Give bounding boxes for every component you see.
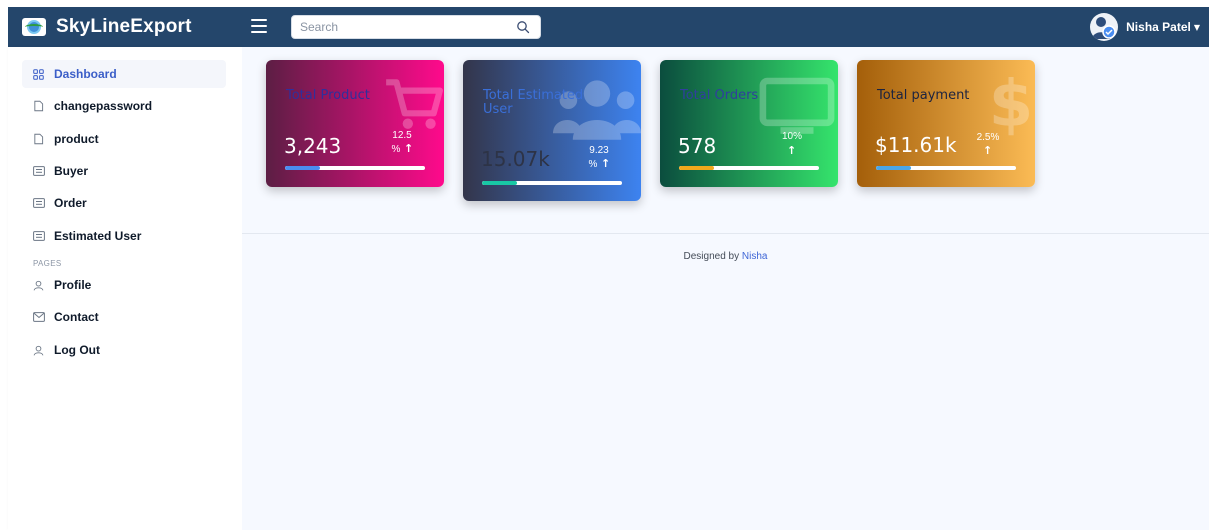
logout-icon	[32, 344, 45, 357]
progress-bar	[482, 181, 622, 185]
arrow-up-icon: ↑	[601, 157, 611, 170]
card-change: 2.5%	[976, 132, 1000, 143]
progress-bar	[285, 166, 425, 170]
sidebar: Dashboard changepassword product Buyer O…	[8, 47, 242, 530]
search-input[interactable]	[300, 19, 510, 35]
sidebar-item-label: changepassword	[54, 99, 153, 113]
content-divider	[242, 233, 1209, 234]
card-value: 578	[678, 134, 717, 158]
stat-card-total-product[interactable]: Total Product 3,243 12.5 % ↑	[266, 60, 444, 187]
cart-icon	[386, 79, 443, 129]
grid-icon	[32, 68, 45, 81]
sidebar-item-label: Dashboard	[54, 67, 117, 81]
card-title: Total Orders	[680, 88, 759, 103]
sidebar-item-label: Contact	[54, 310, 99, 324]
arrow-up-icon: ↑	[404, 142, 414, 155]
sidebar-item-estimated-user[interactable]: Estimated User	[22, 222, 226, 250]
sidebar-item-dashboard[interactable]: Dashboard	[22, 60, 226, 88]
user-icon	[32, 279, 45, 292]
card-change: 12.5	[392, 130, 412, 141]
card-change: 10%	[781, 131, 802, 142]
app-frame: SkyLineExport Nisha Patel ▼	[0, 0, 1209, 530]
card-value: $11.61k	[875, 133, 957, 157]
search-box	[291, 15, 541, 39]
globe-logo-icon	[22, 18, 46, 36]
progress-fill	[679, 166, 714, 170]
main-content: Total Product 3,243 12.5 % ↑ Total Estim…	[242, 47, 1209, 530]
card-change: 9.23	[589, 145, 609, 156]
progress-bar	[876, 166, 1016, 170]
sidebar-item-label: product	[54, 132, 99, 146]
card-title: Total Estimated User	[483, 88, 584, 117]
stat-card-total-estimated-user[interactable]: Total Estimated User 15.07k 9.23 % ↑	[463, 60, 641, 201]
list-icon	[32, 230, 45, 243]
card-value: 15.07k	[481, 147, 550, 171]
footer: Designed by Nisha	[242, 251, 1209, 262]
menu-toggle-icon[interactable]	[251, 19, 267, 33]
svg-text:$: $	[991, 68, 1031, 138]
file-icon	[32, 133, 45, 146]
monitor-icon	[759, 77, 835, 134]
brand[interactable]: SkyLineExport	[22, 7, 192, 47]
footer-author-link[interactable]: Nisha	[742, 251, 768, 262]
sidebar-item-logout[interactable]: Log Out	[22, 336, 226, 364]
sidebar-item-profile[interactable]: Profile	[22, 271, 226, 299]
card-title: Total payment	[877, 88, 970, 103]
arrow-up-icon: ↑	[983, 144, 993, 157]
sidebar-item-label: Profile	[54, 278, 92, 292]
arrow-up-icon: ↑	[787, 144, 797, 157]
mail-icon	[32, 311, 45, 324]
progress-fill	[876, 166, 911, 170]
progress-fill	[285, 166, 320, 170]
sidebar-item-product[interactable]: product	[22, 125, 226, 153]
sidebar-item-contact[interactable]: Contact	[22, 303, 226, 331]
avatar-icon	[1090, 13, 1119, 41]
top-navbar: SkyLineExport Nisha Patel ▼	[8, 7, 1209, 47]
dollar-icon: $	[991, 68, 1031, 138]
sidebar-item-label: Buyer	[54, 164, 89, 178]
section-heading-pages: PAGES	[33, 259, 62, 268]
sidebar-item-order[interactable]: Order	[22, 189, 226, 217]
progress-fill	[482, 181, 517, 185]
list-icon	[32, 165, 45, 178]
sidebar-item-label: Log Out	[54, 343, 100, 357]
sidebar-item-buyer[interactable]: Buyer	[22, 157, 226, 185]
footer-text: Designed by	[683, 251, 742, 262]
list-icon	[32, 197, 45, 210]
sidebar-item-changepassword[interactable]: changepassword	[22, 92, 226, 120]
user-name: Nisha Patel	[1126, 20, 1191, 34]
sidebar-item-label: Order	[54, 196, 87, 210]
card-title: Total Product	[286, 88, 370, 103]
search-icon[interactable]	[516, 20, 530, 34]
file-icon	[32, 100, 45, 113]
sidebar-item-label: Estimated User	[54, 229, 142, 243]
chevron-down-icon: ▼	[1193, 22, 1200, 32]
brand-name: SkyLineExport	[56, 16, 192, 37]
user-menu[interactable]: Nisha Patel ▼	[1090, 7, 1200, 47]
stat-card-total-orders[interactable]: Total Orders 578 10% ↑	[660, 60, 838, 187]
stat-card-total-payment[interactable]: $ Total payment $11.61k 2.5% ↑	[857, 60, 1035, 187]
card-value: 3,243	[284, 134, 342, 158]
progress-bar	[679, 166, 819, 170]
